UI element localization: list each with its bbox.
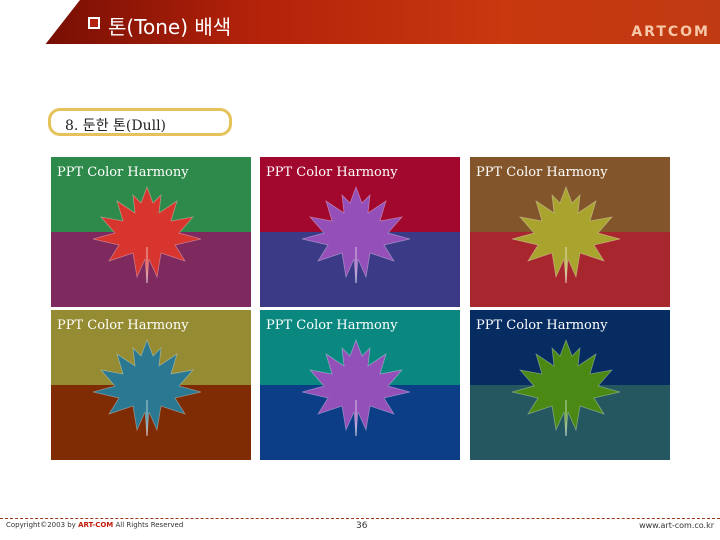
- maple-leaf-icon: [511, 185, 621, 284]
- color-swatch-6: PPT Color Harmony: [470, 310, 670, 460]
- section-label: 8. 둔한 톤(Dull): [65, 118, 167, 134]
- slide-title: 톤(Tone) 배색: [108, 15, 232, 39]
- maple-leaf-icon: [511, 338, 621, 437]
- swatch-label: PPT Color Harmony: [266, 318, 398, 333]
- header-white-tab: [0, 0, 81, 44]
- header-brand: ARTCOM: [631, 24, 710, 40]
- checkbox-bullet-icon: [88, 17, 100, 29]
- copyright-brand: ART-COM: [78, 521, 114, 529]
- copyright-suffix: All Rights Reserved: [113, 521, 184, 529]
- maple-leaf-icon: [92, 185, 202, 284]
- footer-divider: [0, 518, 720, 519]
- swatch-label: PPT Color Harmony: [57, 165, 189, 180]
- swatch-label: PPT Color Harmony: [266, 165, 398, 180]
- color-swatch-3: PPT Color Harmony: [470, 157, 670, 307]
- footer-website: www.art-com.co.kr: [639, 521, 714, 530]
- slide-header: 톤(Tone) 배색 ARTCOM: [0, 0, 720, 44]
- copyright-prefix: Copyright©2003 by: [6, 521, 79, 529]
- color-swatch-5: PPT Color Harmony: [260, 310, 460, 460]
- maple-leaf-icon: [301, 185, 411, 284]
- swatch-label: PPT Color Harmony: [476, 318, 608, 333]
- swatch-label: PPT Color Harmony: [57, 318, 189, 333]
- maple-leaf-icon: [92, 338, 202, 437]
- footer-copyright: Copyright©2003 by ART-COM All Rights Res…: [6, 521, 183, 529]
- color-swatch-2: PPT Color Harmony: [260, 157, 460, 307]
- page-number: 36: [356, 521, 368, 531]
- color-swatch-4: PPT Color Harmony: [51, 310, 251, 460]
- color-swatch-1: PPT Color Harmony: [51, 157, 251, 307]
- swatch-label: PPT Color Harmony: [476, 165, 608, 180]
- maple-leaf-icon: [301, 338, 411, 437]
- section-label-pill: 8. 둔한 톤(Dull): [48, 108, 232, 136]
